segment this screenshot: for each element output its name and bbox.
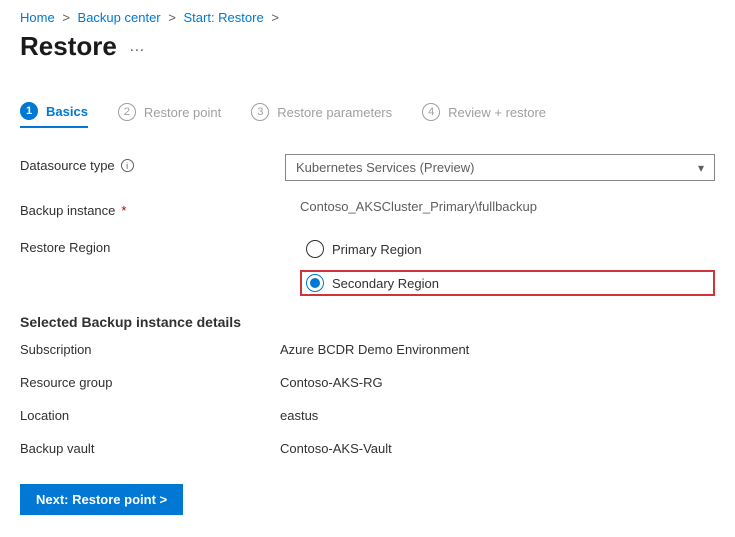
next-restore-point-button[interactable]: Next: Restore point >	[20, 484, 183, 515]
breadcrumb-start-restore[interactable]: Start: Restore	[183, 10, 263, 25]
tab-label: Restore parameters	[277, 105, 392, 120]
label-location: Location	[20, 408, 280, 423]
breadcrumb-sep-icon: >	[271, 10, 279, 25]
label-text: Backup instance	[20, 203, 115, 218]
label-text: Datasource type	[20, 158, 115, 173]
value-subscription: Azure BCDR Demo Environment	[280, 342, 469, 357]
label-datasource-type: Datasource type i	[20, 154, 285, 173]
radio-label: Secondary Region	[332, 276, 439, 291]
label-restore-region: Restore Region	[20, 236, 300, 255]
radio-secondary-region[interactable]: Secondary Region	[300, 270, 715, 296]
tab-label: Basics	[46, 104, 88, 119]
value-backup-vault: Contoso-AKS-Vault	[280, 441, 392, 456]
radio-icon	[306, 240, 324, 258]
info-icon[interactable]: i	[121, 159, 134, 172]
breadcrumb-sep-icon: >	[168, 10, 176, 25]
page-title: Restore	[20, 31, 117, 62]
tab-step-number: 1	[20, 102, 38, 120]
breadcrumb-home[interactable]: Home	[20, 10, 55, 25]
select-value: Kubernetes Services (Preview)	[296, 160, 474, 175]
label-text: Restore Region	[20, 240, 110, 255]
tab-review-restore[interactable]: 4 Review + restore	[422, 103, 546, 127]
backup-instance-value: Contoso_AKSCluster_Primary\fullbackup	[300, 199, 715, 214]
tab-label: Restore point	[144, 105, 221, 120]
tab-basics[interactable]: 1 Basics	[20, 102, 88, 128]
tab-step-number: 4	[422, 103, 440, 121]
datasource-type-select[interactable]: Kubernetes Services (Preview) ▾	[285, 154, 715, 181]
value-resource-group: Contoso-AKS-RG	[280, 375, 383, 390]
chevron-down-icon: ▾	[698, 161, 704, 175]
tab-restore-point[interactable]: 2 Restore point	[118, 103, 221, 127]
breadcrumb-backup-center[interactable]: Backup center	[78, 10, 161, 25]
section-selected-backup-instance-details: Selected Backup instance details	[20, 314, 715, 330]
wizard-tabs: 1 Basics 2 Restore point 3 Restore param…	[20, 102, 715, 128]
label-backup-instance: Backup instance *	[20, 199, 300, 218]
value-location: eastus	[280, 408, 318, 423]
breadcrumb: Home > Backup center > Start: Restore >	[20, 10, 715, 25]
radio-primary-region[interactable]: Primary Region	[300, 236, 715, 262]
tab-step-number: 3	[251, 103, 269, 121]
label-resource-group: Resource group	[20, 375, 280, 390]
radio-inner-icon	[310, 278, 320, 288]
tab-step-number: 2	[118, 103, 136, 121]
radio-label: Primary Region	[332, 242, 422, 257]
restore-region-radio-group: Primary Region Secondary Region	[300, 236, 715, 296]
radio-icon	[306, 274, 324, 292]
required-asterisk-icon: *	[121, 203, 126, 218]
breadcrumb-sep-icon: >	[62, 10, 70, 25]
more-actions-icon[interactable]: …	[129, 38, 146, 56]
label-subscription: Subscription	[20, 342, 280, 357]
tab-restore-parameters[interactable]: 3 Restore parameters	[251, 103, 392, 127]
tab-label: Review + restore	[448, 105, 546, 120]
label-backup-vault: Backup vault	[20, 441, 280, 456]
